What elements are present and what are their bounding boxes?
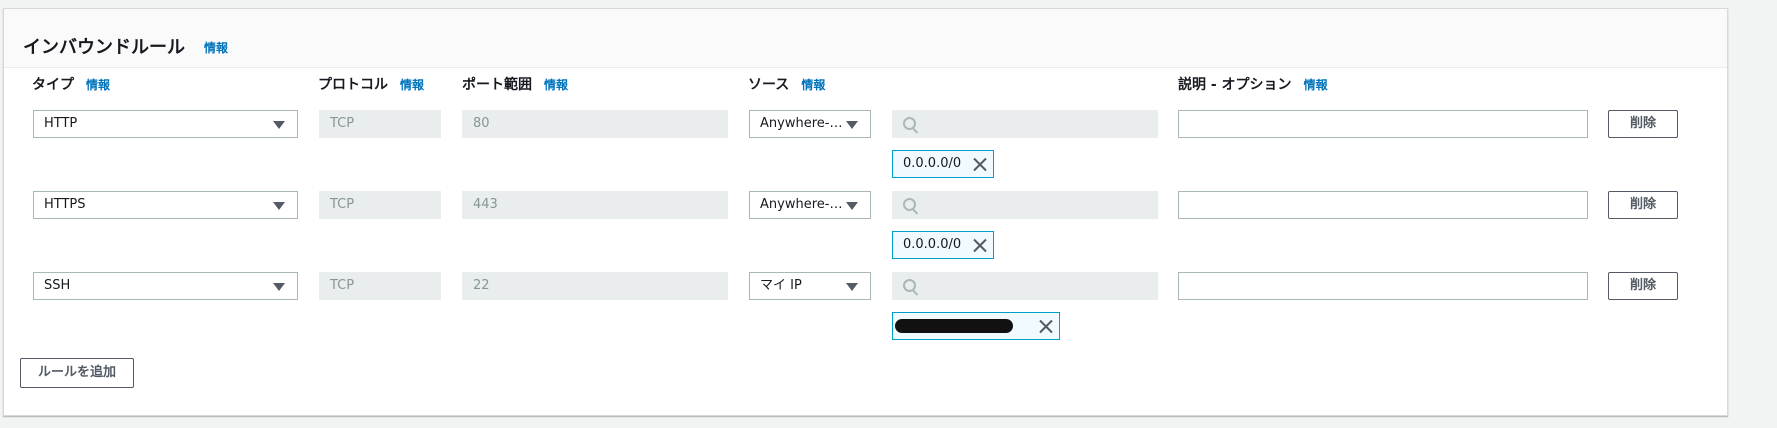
- rule-type-value: HTTPS: [44, 197, 86, 212]
- rule-source-value: Anywhere-…: [760, 116, 843, 131]
- rule-type-select[interactable]: HTTP: [33, 110, 298, 138]
- caret-down-icon: [846, 202, 858, 210]
- panel-header: インバウンドルール 情報: [4, 9, 1727, 68]
- caret-down-icon: [273, 121, 285, 129]
- redacted-ip-mark: [895, 319, 1013, 333]
- cidr-token: 0.0.0.0/0: [892, 150, 994, 178]
- panel-title: インバウンドルール: [23, 37, 185, 58]
- cidr-token-label: 0.0.0.0/0: [903, 237, 962, 252]
- rule-port-field: 443: [462, 191, 728, 219]
- cidr-token-label: 0.0.0.0/0: [903, 156, 962, 171]
- delete-rule-button[interactable]: 削除: [1608, 110, 1678, 138]
- cidr-search-input[interactable]: [892, 191, 1158, 219]
- caret-down-icon: [846, 283, 858, 291]
- cidr-search-input[interactable]: [892, 272, 1158, 300]
- column-label-protocol: プロトコル: [318, 77, 388, 93]
- type-info-link[interactable]: 情報: [86, 78, 110, 92]
- search-icon: [903, 279, 916, 292]
- caret-down-icon: [273, 283, 285, 291]
- column-header-description: 説明 - オプション 情報: [1178, 74, 1328, 94]
- rule-source-select[interactable]: Anywhere-…: [749, 110, 871, 138]
- rule-type-select[interactable]: HTTPS: [33, 191, 298, 219]
- search-icon: [903, 117, 916, 130]
- rule-source-select[interactable]: マイ IP: [749, 272, 871, 300]
- column-label-source: ソース: [748, 77, 790, 93]
- description-info-link[interactable]: 情報: [1304, 78, 1328, 92]
- delete-rule-button[interactable]: 削除: [1608, 272, 1678, 300]
- rule-source-value: Anywhere-…: [760, 197, 843, 212]
- add-rule-button[interactable]: ルールを追加: [20, 358, 134, 388]
- cidr-token: 0.0.0.0/0: [892, 231, 994, 259]
- column-label-port: ポート範囲: [462, 77, 532, 93]
- rule-protocol-field: TCP: [319, 191, 441, 219]
- cidr-search-input[interactable]: [892, 110, 1158, 138]
- rule-source-select[interactable]: Anywhere-…: [749, 191, 871, 219]
- rule-type-value: HTTP: [44, 116, 78, 131]
- protocol-info-link[interactable]: 情報: [400, 78, 424, 92]
- caret-down-icon: [846, 121, 858, 129]
- close-icon[interactable]: [973, 238, 987, 252]
- port-info-link[interactable]: 情報: [544, 78, 568, 92]
- rule-protocol-field: TCP: [319, 110, 441, 138]
- column-header-source: ソース 情報: [748, 74, 825, 94]
- column-label-type: タイプ: [32, 77, 74, 93]
- delete-rule-button[interactable]: 削除: [1608, 191, 1678, 219]
- column-label-description: 説明 - オプション: [1178, 77, 1292, 93]
- rule-description-input[interactable]: [1178, 191, 1588, 219]
- source-info-link[interactable]: 情報: [801, 78, 825, 92]
- caret-down-icon: [273, 202, 285, 210]
- rule-port-field: 80: [462, 110, 728, 138]
- search-icon: [903, 198, 916, 211]
- rule-source-value: マイ IP: [760, 278, 802, 293]
- column-header-port: ポート範囲 情報: [462, 74, 568, 94]
- rule-type-value: SSH: [44, 278, 71, 293]
- rule-description-input[interactable]: [1178, 272, 1588, 300]
- column-header-protocol: プロトコル 情報: [318, 74, 424, 94]
- cidr-token: [892, 312, 1060, 340]
- close-icon[interactable]: [973, 157, 987, 171]
- panel-info-link[interactable]: 情報: [204, 39, 228, 56]
- close-icon[interactable]: [1039, 319, 1053, 333]
- column-header-type: タイプ 情報: [32, 74, 110, 94]
- rule-type-select[interactable]: SSH: [33, 272, 298, 300]
- rule-description-input[interactable]: [1178, 110, 1588, 138]
- rule-protocol-field: TCP: [319, 272, 441, 300]
- rule-port-field: 22: [462, 272, 728, 300]
